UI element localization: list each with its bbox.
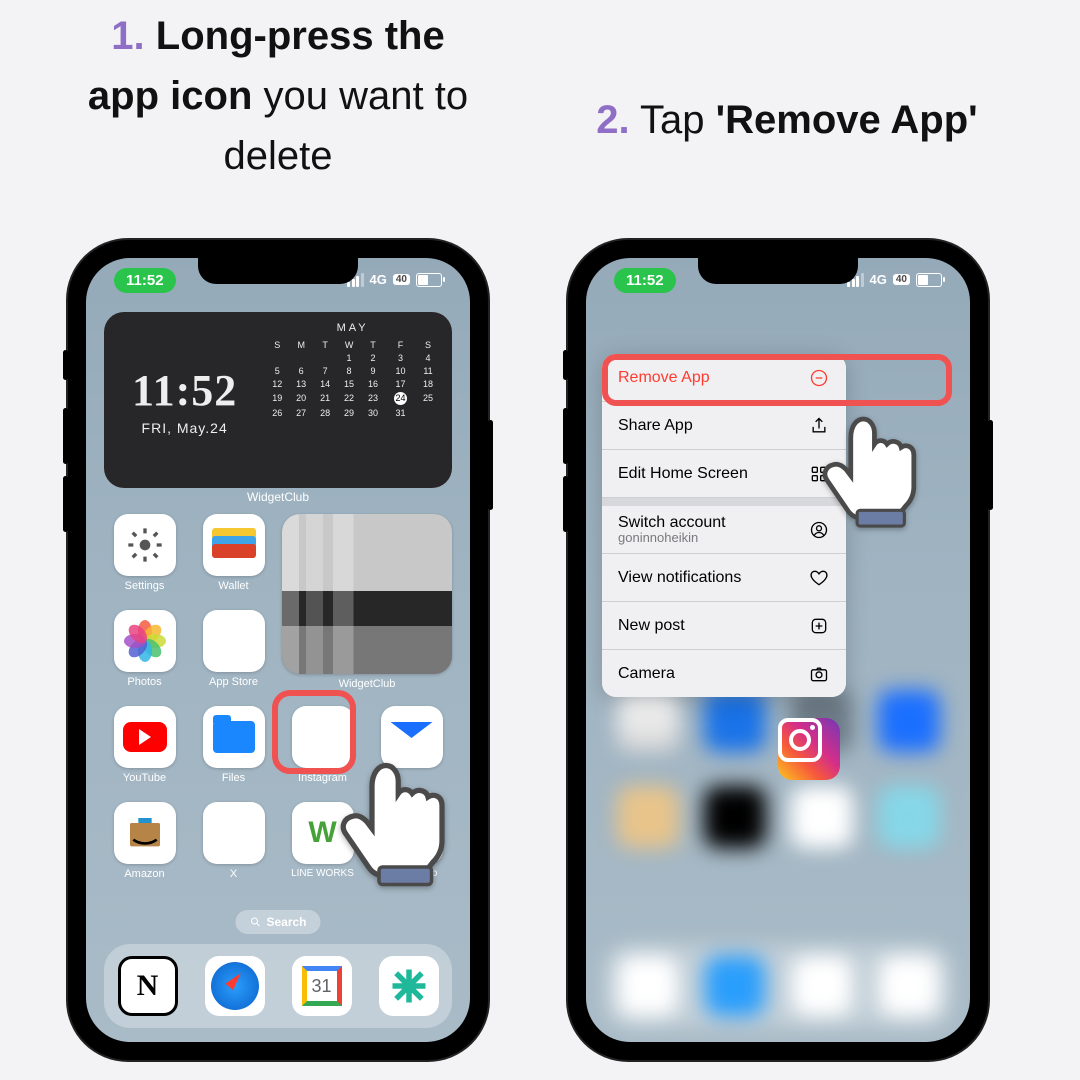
context-menu-screen[interactable]: 11:52 4G 40 Remove App Share App — [586, 258, 970, 1042]
network-label: 4G — [870, 272, 887, 287]
status-right: 4G 40 — [847, 272, 942, 287]
phone-mockup-2: 11:52 4G 40 Remove App Share App — [568, 240, 988, 1060]
widgetclub-clock-calendar-widget[interactable]: 11:52 FRI, May.24 MAY SMTWTFS12345678910… — [104, 312, 452, 488]
calendar-table: SMTWTFS123456789101112131415161718192021… — [265, 338, 440, 419]
step-bold-3: 'Remove App' — [716, 98, 978, 142]
app-settings[interactable]: Settings — [104, 514, 185, 610]
battery-level: 40 — [893, 274, 910, 285]
plus-square-icon — [808, 615, 830, 637]
amazon-icon — [114, 802, 176, 864]
app-youtube[interactable]: YouTube — [104, 706, 185, 802]
status-right: 4G 40 — [347, 272, 442, 287]
menu-camera[interactable]: Camera — [602, 650, 846, 697]
widget-date: FRI, May.24 — [142, 420, 228, 436]
app-wallet[interactable]: Wallet — [193, 514, 274, 610]
wallet-icon — [203, 514, 265, 576]
status-time: 11:52 — [614, 268, 676, 293]
x-icon: X — [203, 802, 265, 864]
widget-time: 11:52 — [132, 365, 237, 416]
notch — [198, 258, 358, 284]
pointer-hand-icon — [310, 713, 470, 888]
battery-level: 40 — [393, 274, 410, 285]
app-files[interactable]: Files — [193, 706, 274, 802]
step-plain-1: you want to delete — [224, 74, 469, 178]
battery-icon — [916, 273, 942, 287]
photo-widget-image — [282, 514, 452, 674]
appstore-icon — [203, 610, 265, 672]
app-photos[interactable]: Photos — [104, 610, 185, 706]
status-time: 11:52 — [114, 268, 176, 293]
blurred-dock — [604, 944, 952, 1028]
settings-icon — [114, 514, 176, 576]
dock: N 31 — [104, 944, 452, 1028]
menu-new-post[interactable]: New post — [602, 602, 846, 650]
pointer-hand-icon — [795, 372, 957, 530]
spotlight-search[interactable]: Search — [235, 910, 320, 934]
app-x[interactable]: X X — [193, 802, 274, 898]
dock-app-google-calendar[interactable]: 31 — [292, 956, 352, 1016]
app-amazon[interactable]: Amazon — [104, 802, 185, 898]
app-appstore[interactable]: App Store — [193, 610, 274, 706]
calendar-section: MAY SMTWTFS12345678910111213141516171819… — [265, 312, 452, 488]
dock-app-claude[interactable] — [379, 956, 439, 1016]
instagram-icon[interactable] — [778, 718, 840, 780]
youtube-icon — [114, 706, 176, 768]
home-screen[interactable]: 11:52 4G 40 11:52 FRI, May.24 MAY SMTWTF… — [86, 258, 470, 1042]
dock-app-safari[interactable] — [205, 956, 265, 1016]
blurred-apps — [604, 690, 952, 882]
files-icon — [203, 706, 265, 768]
menu-view-notifications[interactable]: View notifications — [602, 554, 846, 602]
network-label: 4G — [370, 272, 387, 287]
step-bold-1: Long-press the — [156, 14, 445, 58]
step-number: 2. — [596, 98, 629, 142]
dock-app-notion[interactable]: N — [118, 956, 178, 1016]
instruction-step-2: 2. Tap 'Remove App' — [532, 90, 1042, 150]
widget-label: WidgetClub — [86, 490, 470, 504]
step-bold-2: app icon — [88, 74, 252, 118]
heart-icon — [808, 567, 830, 589]
photos-icon — [114, 610, 176, 672]
instruction-step-1: 1. Long-press the app icon you want to d… — [56, 6, 500, 186]
step-number: 1. — [111, 14, 144, 58]
battery-icon — [416, 273, 442, 287]
phone-mockup-1: 11:52 4G 40 11:52 FRI, May.24 MAY SMTWTF… — [68, 240, 488, 1060]
camera-icon — [808, 663, 830, 685]
clock-section: 11:52 FRI, May.24 — [104, 312, 265, 488]
calendar-month: MAY — [265, 322, 440, 334]
step-plain-2: Tap — [630, 98, 716, 142]
search-icon — [249, 916, 261, 928]
notch — [698, 258, 858, 284]
widgetclub-photo-widget[interactable]: WidgetClub — [282, 514, 452, 706]
